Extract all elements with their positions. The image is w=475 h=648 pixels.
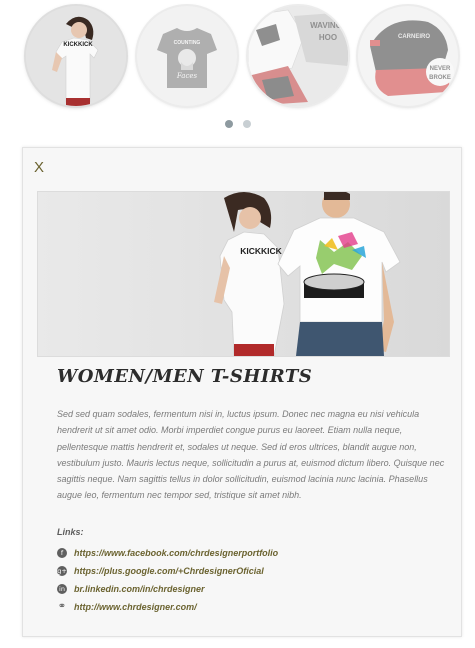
women-tshirt-thumbnail-icon: KICKKICK — [26, 6, 126, 106]
link-icon: ⚭ — [57, 601, 67, 612]
facebook-icon: f — [57, 548, 67, 558]
portfolio-page: KICKKICK COUNTING Faces WAVING HOO CARNE… — [0, 0, 475, 648]
cap-thumbnail-icon: CARNEIRO NEVER BROKE — [358, 6, 458, 106]
carousel-item-cap[interactable]: CARNEIRO NEVER BROKE — [358, 6, 458, 106]
svg-text:Faces: Faces — [176, 72, 198, 80]
svg-text:BROKE: BROKE — [429, 75, 451, 81]
carousel-item-women-tshirt[interactable]: KICKKICK — [26, 6, 126, 106]
google-plus-icon: g+ — [57, 566, 67, 576]
product-title: WOMEN/MEN T-SHIRTS — [57, 366, 313, 387]
website-link[interactable]: http://www.chrdesigner.com/ — [74, 602, 197, 612]
google-plus-link[interactable]: https://plus.google.com/+ChrdesignerOfic… — [74, 566, 264, 576]
carousel-item-hoodie-tshirt[interactable]: WAVING HOO — [248, 6, 348, 106]
link-item-google-plus: g+ https://plus.google.com/+ChrdesignerO… — [57, 562, 278, 580]
linkedin-icon: in — [57, 584, 67, 594]
carousel-dot-2[interactable] — [242, 120, 251, 128]
facebook-link[interactable]: https://www.facebook.com/chrdesignerport… — [74, 548, 278, 558]
link-item-linkedin: in br.linkedin.com/in/chrdesigner — [57, 580, 278, 598]
product-detail-panel: X KICKKICK WOMEN/MEN T-SHIRTS Sed sed qu… — [22, 147, 462, 637]
svg-text:KICKKICK: KICKKICK — [63, 42, 93, 48]
svg-text:HOO: HOO — [319, 33, 337, 42]
grey-tshirt-thumbnail-icon: COUNTING Faces — [137, 6, 237, 106]
link-item-facebook: f https://www.facebook.com/chrdesignerpo… — [57, 544, 278, 562]
svg-text:NEVER: NEVER — [430, 66, 451, 72]
product-image: KICKKICK — [37, 191, 450, 357]
svg-text:WAVING: WAVING — [310, 21, 342, 30]
carousel-dot-1[interactable] — [224, 120, 233, 128]
link-item-website: ⚭ http://www.chrdesigner.com/ — [57, 598, 278, 616]
kickkick-print: KICKKICK — [240, 246, 282, 256]
product-carousel: KICKKICK COUNTING Faces WAVING HOO CARNE… — [0, 0, 475, 140]
product-description: Sed sed quam sodales, fermentum nisi in,… — [57, 409, 445, 501]
links-heading: Links: — [57, 527, 84, 537]
svg-text:CARNEIRO: CARNEIRO — [398, 34, 430, 40]
carousel-item-grey-tshirt[interactable]: COUNTING Faces — [137, 6, 237, 106]
hoodie-tshirt-thumbnail-icon: WAVING HOO — [248, 6, 348, 106]
carousel-pagination — [0, 120, 475, 128]
close-button[interactable]: X — [34, 159, 44, 177]
svg-text:COUNTING: COUNTING — [174, 40, 201, 46]
links-list: f https://www.facebook.com/chrdesignerpo… — [57, 544, 278, 616]
couple-tshirts-photo-icon: KICKKICK — [38, 192, 449, 356]
linkedin-link[interactable]: br.linkedin.com/in/chrdesigner — [74, 584, 205, 594]
